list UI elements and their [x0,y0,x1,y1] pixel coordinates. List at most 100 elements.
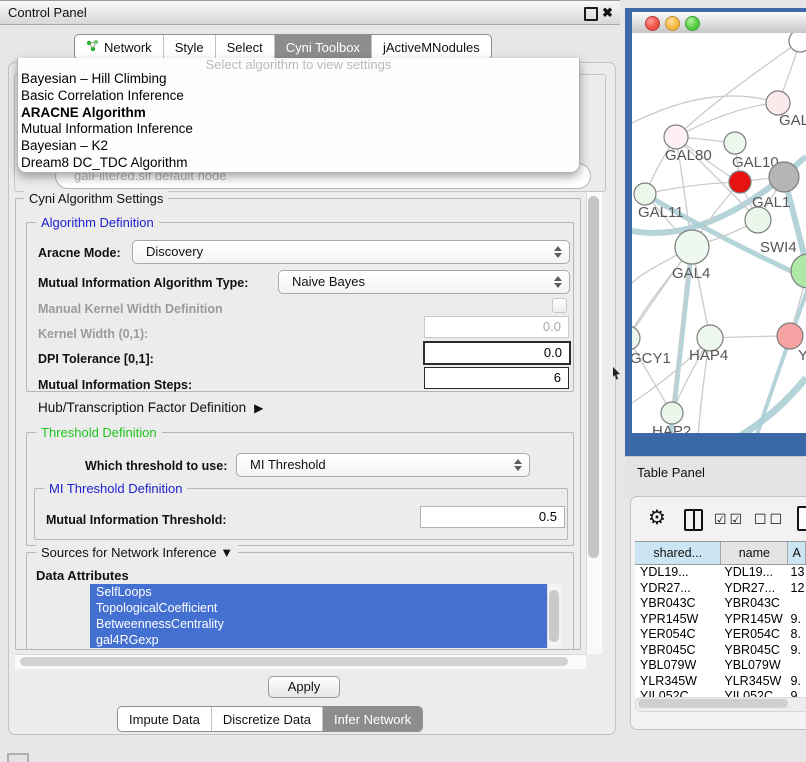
network-node-label: GAL11 [638,204,684,221]
table-cell: 8. [786,627,806,643]
zoom-traffic-light-icon[interactable] [685,16,700,31]
mi-type-combo[interactable]: Naive Bayes [278,270,570,294]
algorithm-dropdown-popup: Select algorithm to view settings Bayesi… [17,58,580,173]
which-threshold-combo[interactable]: MI Threshold [236,453,530,477]
network-edge[interactable] [632,96,778,123]
dpi-tolerance-input[interactable]: 0.0 [423,341,571,365]
algorithm-option[interactable]: Basic Correlation Inference [18,88,579,105]
network-node-gal1[interactable] [729,171,751,193]
network-node[interactable] [791,254,806,288]
combo-spinner-icon [554,276,562,288]
attribute-item-selected[interactable]: BetweennessCentrality [90,616,547,632]
network-node-gal4[interactable] [675,230,709,264]
float-window-icon[interactable] [584,7,598,21]
tab-impute-data[interactable]: Impute Data [118,707,212,731]
mouse-cursor [612,367,621,385]
network-node-hap2[interactable] [661,402,683,424]
cyni-algorithm-settings-title: Cyni Algorithm Settings [24,191,168,206]
table-cell: 12 [786,581,806,597]
table-row[interactable]: YER054CYER054C8. [635,627,806,643]
table-row[interactable]: YDR27...YDR27...12 [635,581,806,597]
tab-select[interactable]: Select [216,35,275,59]
column-header[interactable]: shared... [635,542,721,564]
tab-infer-network[interactable]: Infer Network [323,707,422,731]
apply-button[interactable]: Apply [268,676,340,698]
sources-expander[interactable]: Sources for Network Inference ▼ [36,545,238,560]
aracne-mode-combo[interactable]: Discovery [132,240,570,264]
column-header[interactable]: A [788,542,806,564]
table-header-row: shared... name A [635,541,806,565]
table-horizontal-scrollbar-thumb[interactable] [638,699,788,708]
table-cell [786,658,806,674]
network-node-label: Y [798,347,806,364]
table-row[interactable]: YBL079WYBL079W [635,658,806,674]
network-node-swi4[interactable] [745,207,771,233]
document-icon[interactable] [797,506,806,531]
mi-threshold-input[interactable]: 0.5 [420,506,565,528]
tab-cyni-toolbox[interactable]: Cyni Toolbox [275,35,372,59]
select-all-checkboxes-icon[interactable]: ☑☑ [714,511,745,528]
combo-spinner-icon [554,246,562,258]
column-header[interactable]: name [721,542,788,564]
table-row[interactable]: YBR043CYBR043C [635,596,806,612]
network-node[interactable] [789,33,806,52]
algorithm-option[interactable]: Bayesian – Hill Climbing [18,71,579,88]
combo-spinner-icon [514,459,522,471]
algorithm-definition-title: Algorithm Definition [36,215,159,230]
hub-factor-expander[interactable]: Hub/Transcription Factor Definition▶ [38,400,263,415]
minimize-traffic-light-icon[interactable] [665,16,680,31]
network-node-label: GCY1 [632,350,671,367]
table-cell: YDL19... [635,565,719,581]
network-edge-highlighted[interactable] [732,378,806,433]
attributes-scrollbar-thumb[interactable] [549,590,559,642]
close-icon[interactable]: ✖ [602,3,613,23]
algorithm-option-selected[interactable]: ARACNE Algorithm [18,105,579,122]
attribute-item-selected[interactable]: TopologicalCoefficient [90,600,547,616]
tab-style[interactable]: Style [164,35,216,59]
network-node-gal10[interactable] [724,132,746,154]
network-node-label: GAL4 [672,265,710,282]
tab-network[interactable]: Network [75,35,164,59]
tab-discretize-data[interactable]: Discretize Data [212,707,323,731]
threshold-definition-title: Threshold Definition [36,425,162,440]
table-cell: YPR145W [635,612,719,628]
network-canvas[interactable]: GALGAL80GAL10GAL1GAL11SWI4GAL4GCY1HAP4YH… [632,33,806,433]
manual-kernel-checkbox[interactable] [552,298,567,313]
network-node-gal80[interactable] [664,125,688,149]
kernel-width-input[interactable]: 0.0 [424,316,569,338]
table-row[interactable]: YDL19...YDL19...13 [635,565,806,581]
network-node-gcy1[interactable] [632,326,640,350]
algorithm-option[interactable]: Dream8 DC_TDC Algorithm [18,155,579,172]
settings-horizontal-scrollbar-thumb[interactable] [20,657,568,666]
mi-threshold-label: Mutual Information Threshold: [46,513,227,527]
tab-jactivemnodules[interactable]: jActiveMNodules [372,35,491,59]
network-node-label: HAP4 [689,347,728,364]
minimized-panel-icon[interactable] [7,753,29,762]
mi-steps-input[interactable]: 6 [424,367,569,389]
table-cell: YPR145W [719,612,785,628]
attribute-item-selected[interactable]: SelfLoops [90,584,547,600]
network-node-y[interactable] [777,323,803,349]
network-node-gal11[interactable] [634,183,656,205]
table-row[interactable]: YLR345WYLR345W9. [635,674,806,690]
settings-vertical-scrollbar-thumb[interactable] [588,196,599,558]
table-row[interactable]: YPR145WYPR145W9. [635,612,806,628]
split-columns-icon[interactable] [684,509,703,531]
mi-type-label: Mutual Information Algorithm Type: [38,276,248,290]
algorithm-option[interactable]: Bayesian – K2 [18,138,579,155]
tab-label: Network [104,40,152,55]
network-node-label: GAL [779,112,806,129]
table-cell: 9. [786,674,806,690]
algorithm-option[interactable]: Mutual Information Inference [18,121,579,138]
network-edge[interactable] [676,103,778,137]
close-traffic-light-icon[interactable] [645,16,660,31]
gear-icon[interactable]: ⚙ [648,505,666,530]
network-node-label: SWI4 [760,239,797,256]
deselect-all-checkboxes-icon[interactable]: ☐☐ [754,511,785,528]
table-cell: YDR27... [719,581,785,597]
network-node[interactable] [769,162,799,192]
network-edge[interactable] [645,182,740,194]
screen: Control Panel ✖ Network Style Select Cyn… [0,0,806,762]
table-row[interactable]: YBR045CYBR045C9. [635,643,806,659]
attribute-item-selected[interactable]: gal4RGexp [90,632,547,648]
